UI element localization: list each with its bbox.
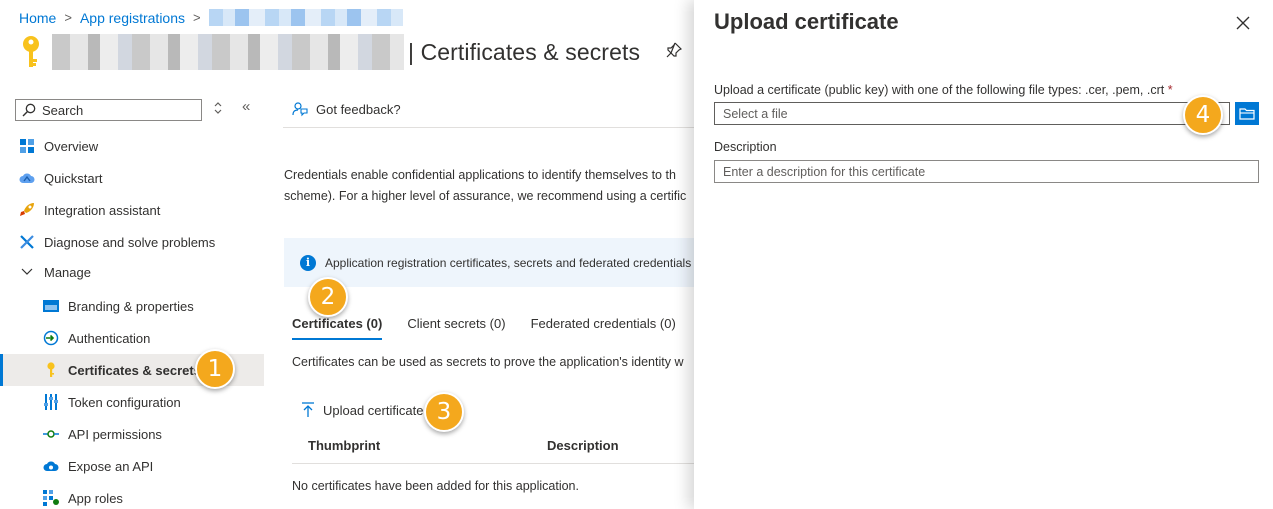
sidebar-item-app-roles[interactable]: App roles [0,482,264,509]
breadcrumb: Home > App registrations > [19,9,403,26]
sidebar-item-api-permissions[interactable]: API permissions [0,418,264,450]
sidebar-item-integration-assistant[interactable]: Integration assistant [0,194,264,226]
page-header: | Certificates & secrets [20,32,640,72]
file-field-label-text: Upload a certificate (public key) with o… [714,83,1165,97]
breadcrumb-separator: > [64,10,72,25]
sidebar-item-label: Overview [44,138,99,154]
sidebar-item-expose-an-api[interactable]: Expose an API [0,450,264,482]
sidebar-item-label: API permissions [68,426,162,442]
sidebar-item-label: Integration assistant [44,202,161,218]
empty-table-message: No certificates have been added for this… [292,479,579,493]
info-text: Application registration certificates, s… [325,255,694,270]
sidebar-item-label: Certificates & secrets [68,362,201,378]
required-marker: * [1167,83,1173,97]
panel-title: Upload certificate [714,9,899,34]
sidebar-item-token-configuration[interactable]: Token configuration [0,386,264,418]
upload-icon [302,402,314,417]
upload-certificate-label: Upload certificate [323,402,424,418]
callout-badge-4: 4 [1183,95,1223,135]
tools-icon [19,234,35,250]
api-permissions-icon [43,426,59,442]
overview-icon [19,138,35,154]
file-field-label: Upload a certificate (public key) with o… [714,83,1173,97]
upload-certificate-button[interactable]: Upload certificate [302,402,423,418]
callout-badge-1: 1 [195,349,235,389]
quickstart-cloud-icon [19,170,35,186]
sidebar-item-label: App roles [68,490,123,506]
info-icon: i [300,254,316,271]
column-header-description[interactable]: Description [547,438,619,453]
search-box [15,99,202,121]
sidebar-item-quickstart[interactable]: Quickstart [0,162,264,194]
tab-client-secrets[interactable]: Client secrets (0) [407,316,505,340]
folder-icon [1239,108,1255,120]
sidebar-item-label: Expose an API [68,458,154,474]
chevron-down-icon [19,264,35,280]
key-icon [23,36,39,67]
sidebar-item-label: Diagnose and solve problems [44,234,216,250]
sidebar-item-label: Authentication [68,330,151,346]
collapse-sidebar-button[interactable]: « [242,98,250,115]
callout-badge-3: 3 [424,392,464,432]
close-icon[interactable] [1234,14,1252,32]
tab-certificates[interactable]: Certificates (0) [292,316,383,340]
breadcrumb-redacted-app-name[interactable] [208,9,403,26]
upload-certificate-panel: Upload certificate Upload a certificate … [694,0,1273,509]
feedback-button[interactable]: Got feedback? [292,101,401,117]
branding-icon [43,298,59,314]
sort-toggle-icon[interactable] [213,101,223,118]
rocket-icon [19,202,35,218]
callout-badge-2: 2 [308,277,348,317]
sidebar-group-label: Manage [44,264,91,280]
authentication-icon [43,330,59,346]
redacted-app-name [52,34,404,70]
app-roles-icon [43,490,59,506]
credentials-description: Credentials enable confidential applicat… [284,165,694,207]
key-icon [43,362,59,378]
sidebar-item-overview[interactable]: Overview [0,130,264,162]
pin-icon[interactable] [666,42,682,58]
tab-federated-credentials[interactable]: Federated credentials (0) [531,316,676,340]
token-configuration-icon [43,394,59,410]
sidebar-item-label: Quickstart [44,170,103,186]
browse-file-button[interactable] [1235,102,1259,125]
divider [283,127,695,128]
description-line: Credentials enable confidential applicat… [284,168,676,182]
description-field-label: Description [714,140,777,154]
breadcrumb-app-registrations[interactable]: App registrations [80,10,185,26]
credential-tabs: Certificates (0) Client secrets (0) Fede… [292,316,701,340]
search-input[interactable] [42,102,182,118]
description-input[interactable] [714,160,1259,183]
column-header-thumbprint[interactable]: Thumbprint [308,438,380,453]
sidebar-item-label: Branding & properties [68,298,194,314]
tab-description: Certificates can be used as secrets to p… [292,355,684,369]
feedback-label: Got feedback? [316,101,401,117]
info-banner: i Application registration certificates,… [284,238,694,287]
table-header-divider [292,463,694,464]
sidebar-item-branding[interactable]: Branding & properties [0,290,264,322]
search-icon [22,103,36,117]
breadcrumb-separator: > [193,10,201,25]
sidebar-item-authentication[interactable]: Authentication [0,322,264,354]
sidebar-item-diagnose[interactable]: Diagnose and solve problems [0,226,264,258]
description-line: scheme). For a higher level of assurance… [284,189,687,203]
sidebar-group-manage[interactable]: Manage [0,256,264,288]
page-title: | Certificates & secrets [408,38,641,65]
breadcrumb-home[interactable]: Home [19,10,56,26]
feedback-icon [292,102,308,117]
sidebar-item-label: Token configuration [68,394,181,410]
select-file-input[interactable] [714,102,1230,125]
expose-api-cloud-icon [43,458,59,474]
